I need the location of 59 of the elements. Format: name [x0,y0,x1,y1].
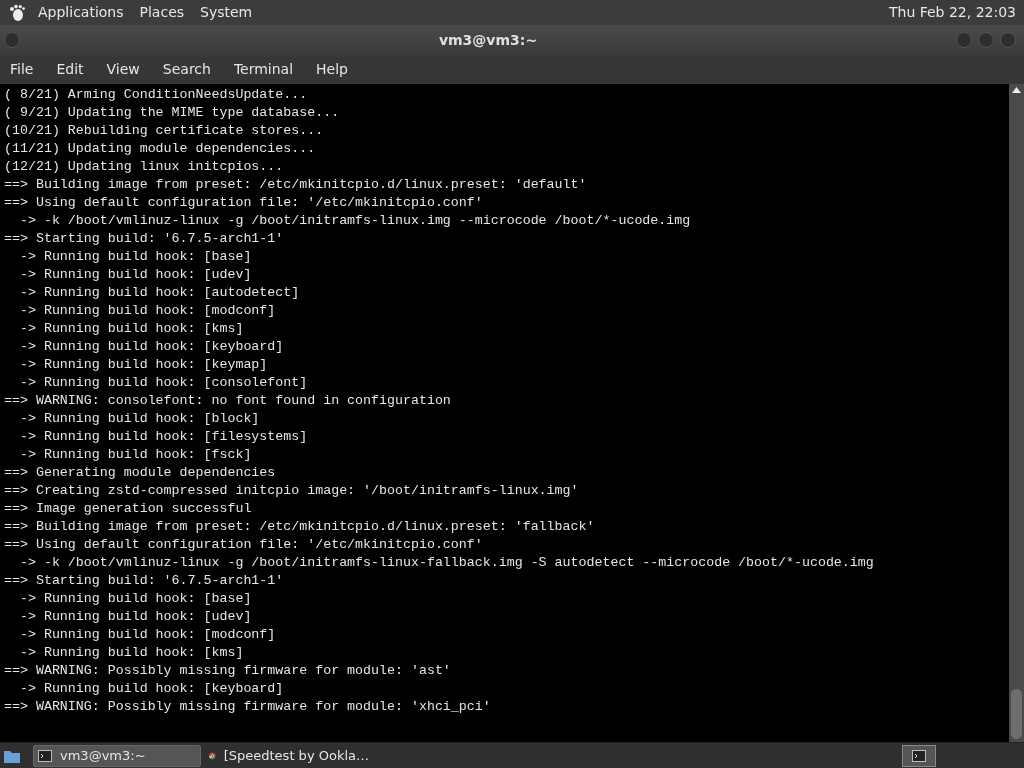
terminal-line: ==> Image generation successful [4,500,253,518]
terminal-line: -> Running build hook: [base] [18,590,253,608]
terminal-line: -> Running build hook: [autodetect] [18,284,301,302]
terminal-line: ( 8/21) Arming ConditionNeedsUpdate... [4,86,309,104]
foot-icon[interactable] [8,3,26,22]
terminal-line: -> Running build hook: [keymap] [18,356,269,374]
scrollbar[interactable] [1009,84,1024,742]
window-menu-button[interactable] [4,32,20,48]
menu-item[interactable]: Help [316,59,348,80]
panel-menu[interactable]: System [200,2,253,23]
terminal-line: ( 9/21) Updating the MIME type database... [4,104,341,122]
terminal-line: ==> Generating module dependencies [4,464,277,482]
terminal-line: ==> Creating zstd-compressed initcpio image: '/boot/initramfs-linux.img' [4,482,580,500]
terminal-line: ==> Starting build: '6.7.5-arch1-1' [4,230,285,248]
menu-item[interactable]: File [10,59,34,80]
menu-item[interactable]: Edit [56,59,84,80]
terminal-line: ==> WARNING: Possibly missing firmware for module: 'xhci_pci' [4,698,492,716]
scroll-thumb[interactable] [1011,689,1022,739]
terminal-line: -> Running build hook: [base] [18,248,253,266]
taskbar-item[interactable]: vm3@vm3:~ [33,744,201,767]
terminal-line: ==> Using default configuration file: '/etc/mkinitcpio.conf' [4,536,484,554]
terminal-line: (12/21) Updating linux initcpios... [4,158,285,176]
scroll-up-icon[interactable] [1012,87,1021,93]
close-button[interactable] [1000,32,1016,48]
panel-menu[interactable]: Places [139,2,185,23]
terminal-line: -> Running build hook: [fsck] [18,446,253,464]
terminal-line: -> Running build hook: [modconf] [18,302,277,320]
maximize-button[interactable] [978,32,994,48]
menu-item[interactable]: View [106,59,140,80]
terminal-line: (10/21) Rebuilding certificate stores... [4,122,325,140]
show-terminal-button[interactable] [902,744,936,767]
window-title: vm3@vm3:~ [437,30,539,50]
terminal-icon [912,749,926,762]
terminal-line: ==> Using default configuration file: '/etc/mkinitcpio.conf' [4,194,484,212]
panel-menu[interactable]: Applications [38,2,124,23]
terminal-line: -> Running build hook: [keyboard] [18,680,285,698]
terminal-line: -> Running build hook: [filesystems] [18,428,309,446]
terminal-line: ==> WARNING: Possibly missing firmware for module: 'ast' [4,662,452,680]
terminal-line: -> Running build hook: [udev] [18,608,253,626]
terminal-line: ==> Building image from preset: /etc/mkinitcpio.d/linux.preset: 'fallback' [4,518,596,536]
menu-item[interactable]: Search [162,59,211,80]
terminal-line: -> -k /boot/vmlinuz-linux -g /boot/initramfs-linux-fallback.img -S autodetect --microcode /boot/*-ucode.img [18,554,875,572]
clock[interactable]: Thu Feb 22, 22:03 [888,2,1016,23]
minimize-button[interactable] [956,32,972,48]
terminal-line: (11/21) Updating module dependencies... [4,140,317,158]
terminal-line: ==> Building image from preset: /etc/mkinitcpio.d/linux.preset: 'default' [4,176,588,194]
terminal-line: -> Running build hook: [block] [18,410,261,428]
terminal-line: -> -k /boot/vmlinuz-linux -g /boot/initramfs-linux.img --microcode /boot/*-ucode.img [18,212,692,230]
terminal-line: -> Running build hook: [consolefont] [18,374,309,392]
menu-item[interactable]: Terminal [233,59,294,80]
terminal-icon [38,749,52,762]
terminal-line: ==> Starting build: '6.7.5-arch1-1' [4,572,285,590]
terminal-line: -> Running build hook: [udev] [18,266,253,284]
terminal-line: ==> WARNING: consolefont: no font found in configuration [4,392,452,410]
terminal-line: -> Running build hook: [modconf] [18,626,277,644]
terminal-line: -> Running build hook: [kms] [18,644,245,662]
terminal-line: -> Running build hook: [keyboard] [18,338,285,356]
terminal-line: -> Running build hook: [kms] [18,320,245,338]
taskbar-item[interactable]: [Speedtest by Ookla… [205,744,373,767]
